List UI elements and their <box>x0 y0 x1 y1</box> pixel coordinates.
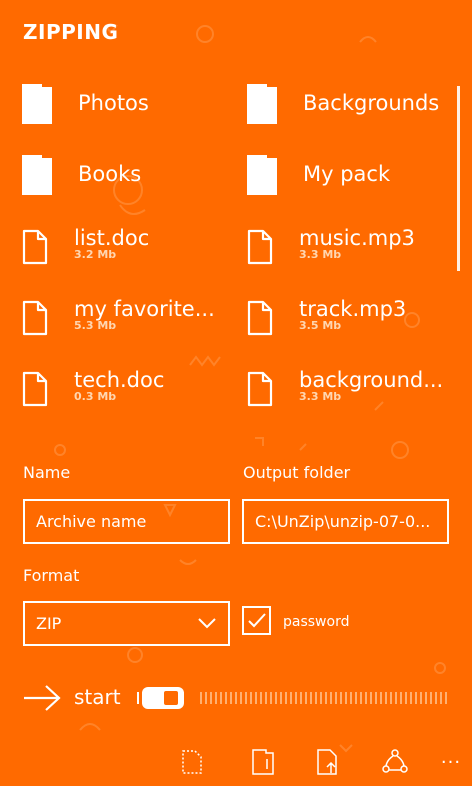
format-label: Format <box>23 566 80 585</box>
share-button[interactable] <box>382 748 408 776</box>
list-item[interactable]: Books <box>22 149 232 209</box>
item-size: 3.3 Mb <box>299 248 342 261</box>
list-item[interactable]: list.doc 3.2 Mb <box>22 225 232 285</box>
folder-icon <box>247 155 277 195</box>
item-name: Books <box>78 162 142 186</box>
new-file-button[interactable] <box>179 748 205 776</box>
add-file-icon <box>317 749 337 775</box>
share-icon <box>382 749 408 773</box>
item-name: My pack <box>303 162 391 186</box>
start-button[interactable]: start <box>74 685 121 709</box>
progress-bar <box>200 692 448 704</box>
file-icon <box>22 229 48 265</box>
list-item[interactable]: tech.doc 0.3 Mb <box>22 367 232 427</box>
folder-icon <box>22 84 52 124</box>
folder-icon <box>247 84 277 124</box>
format-select[interactable]: ZIP <box>23 601 230 646</box>
password-label: password <box>283 614 350 630</box>
new-file-icon <box>182 750 202 774</box>
output-folder-input[interactable]: C:\UnZip\unzip-07-0... <box>242 499 449 544</box>
list-item[interactable]: Photos <box>22 78 232 138</box>
folder-icon <box>22 155 52 195</box>
add-folder-icon <box>252 749 274 775</box>
start-toggle[interactable] <box>137 686 187 710</box>
list-item[interactable]: background... 3.3 Mb <box>247 367 457 427</box>
list-item[interactable]: Backgrounds <box>247 78 457 138</box>
item-size: 0.3 Mb <box>74 390 117 403</box>
file-icon <box>247 300 273 336</box>
item-size: 3.3 Mb <box>299 390 342 403</box>
scrollbar[interactable] <box>457 86 460 271</box>
file-icon <box>22 300 48 336</box>
add-file-button[interactable] <box>315 748 341 776</box>
output-folder-label: Output folder <box>243 463 351 482</box>
password-checkbox[interactable] <box>242 606 271 635</box>
file-icon <box>247 229 273 265</box>
list-item[interactable]: my favorite... 5.3 Mb <box>22 296 232 356</box>
add-folder-button[interactable] <box>250 748 276 776</box>
item-name: Photos <box>78 91 149 115</box>
page-title: ZIPPING <box>23 20 119 44</box>
chevron-down-icon <box>198 618 216 629</box>
format-selected-value: ZIP <box>36 614 62 633</box>
item-size: 3.2 Mb <box>74 248 117 261</box>
item-size: 5.3 Mb <box>74 319 117 332</box>
item-name: Backgrounds <box>303 91 440 115</box>
checkmark-icon <box>248 613 266 628</box>
name-label: Name <box>23 463 71 482</box>
file-icon <box>247 371 273 407</box>
file-icon <box>22 371 48 407</box>
item-size: 3.5 Mb <box>299 319 342 332</box>
list-item[interactable]: track.mp3 3.5 Mb <box>247 296 457 356</box>
list-item[interactable]: My pack <box>247 149 457 209</box>
more-button[interactable]: ... <box>438 748 464 776</box>
list-item[interactable]: music.mp3 3.3 Mb <box>247 225 457 285</box>
archive-name-input[interactable]: Archive name <box>23 499 230 544</box>
arrow-right-icon[interactable] <box>22 683 62 713</box>
